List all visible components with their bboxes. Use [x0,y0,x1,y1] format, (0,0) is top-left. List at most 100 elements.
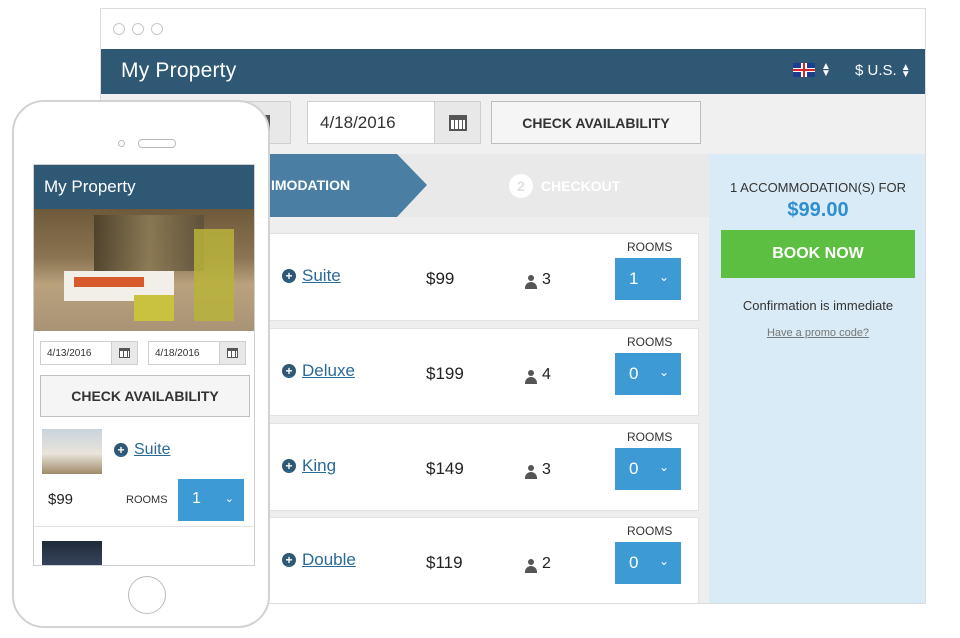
room-name-link[interactable]: + Deluxe [282,361,355,381]
rooms-label: ROOMS [627,430,673,444]
mobile-check-availability-button[interactable]: CHECK AVAILABILITY [40,375,250,417]
uk-flag-icon [793,63,815,77]
room-quantity-value: 0 [629,364,639,383]
mobile-checkout-calendar-button[interactable] [219,342,245,364]
checkout-date-value: 4/18/2016 [320,113,396,132]
browser-chrome [101,9,925,49]
currency-selector[interactable]: $ U.S. ▲ ▼ [855,61,911,80]
person-icon [524,559,538,573]
book-now-button[interactable]: BOOK NOW [721,230,915,278]
rooms-label: ROOMS [627,524,673,538]
chevron-down-icon: ⌄ [224,493,234,505]
desktop-header: My Property ▲ ▼ $ U.S. ▲ ▼ [101,49,925,94]
sort-arrows-icon: ▲ ▼ [900,61,911,80]
mobile-room-item: + Suite $99 ROOMS 1 ⌄ [34,417,254,527]
room-row: + Double $119 2 ROOMS 0 ⌄ [261,517,699,603]
calendar-icon [119,348,130,358]
step-accommodation-label: IMODATION [271,177,351,193]
page-title: My Property [121,59,237,82]
mobile-screen: My Property 4/13/2016 4/18/2016 CHECK AV… [33,164,255,566]
expand-plus-icon[interactable]: + [114,443,128,457]
mobile-header: My Property [34,165,254,209]
room-price: $199 [426,364,464,383]
room-price: $99 [426,269,455,288]
room-guests: 3 [524,271,551,289]
currency-label: $ U.S. [855,62,897,79]
room-quantity-select[interactable]: 0 ⌄ [615,353,681,395]
mobile-room-item [34,527,254,565]
room-name: King [302,456,337,475]
guest-count: 3 [542,271,551,288]
mobile-room-price: $99 [48,491,74,508]
mobile-date-bar: 4/13/2016 4/18/2016 [34,331,254,375]
chevron-down-icon: ⌄ [658,460,669,474]
check-availability-button[interactable]: CHECK AVAILABILITY [491,101,701,144]
room-price: $149 [426,459,464,478]
guest-count: 2 [542,555,551,572]
room-quantity-select[interactable]: 0 ⌄ [615,542,681,584]
step-checkout-label: CHECKOUT [541,178,621,194]
room-name-link[interactable]: + King [282,456,336,476]
mobile-checkin-calendar-button[interactable] [111,342,137,364]
chevron-down-icon: ⌄ [658,554,669,568]
mobile-page-title: My Property [44,177,136,196]
room-name: Suite [302,266,341,285]
expand-plus-icon[interactable]: + [282,553,296,567]
expand-plus-icon[interactable]: + [282,364,296,378]
step-checkout-number: 2 [509,174,533,198]
mobile-room-quantity-value: 1 [192,490,201,507]
room-thumbnail[interactable] [42,429,102,474]
person-icon [524,370,538,384]
room-quantity-value: 0 [629,459,639,478]
language-selector[interactable]: ▲ ▼ [793,61,831,79]
room-row: + Deluxe $199 4 ROOMS 0 ⌄ [261,328,699,416]
chevron-down-icon: ⌄ [658,365,669,379]
room-price: $119 [426,553,463,572]
summary-total-price: $99.00 [787,199,849,221]
person-icon [524,465,538,479]
expand-plus-icon[interactable]: + [282,269,296,283]
booking-summary: 1 ACCOMMODATION(S) FOR $99.00 BOOK NOW C… [709,154,925,603]
room-quantity-select[interactable]: 1 ⌄ [615,258,681,300]
mobile-room-quantity-select[interactable]: 1 ⌄ [178,479,244,521]
mobile-checkout-date-field[interactable]: 4/18/2016 [148,341,246,365]
checkout-calendar-button[interactable] [434,102,480,143]
sort-arrows-icon: ▲ ▼ [821,61,831,79]
mobile-checkin-date-field[interactable]: 4/13/2016 [40,341,138,365]
window-maximize-dot[interactable] [151,23,163,35]
window-close-dot[interactable] [113,23,125,35]
room-name-link[interactable]: + Suite [282,266,341,286]
room-name: Double [302,550,356,569]
room-row: + Suite $99 3 ROOMS 1 ⌄ [261,233,699,321]
room-guests: 2 [524,555,551,573]
expand-plus-icon[interactable]: + [282,459,296,473]
mobile-room-name-link[interactable]: + Suite [114,441,170,459]
rooms-label: ROOMS [627,335,673,349]
room-quantity-value: 0 [629,553,639,572]
hotel-room-photo [34,209,254,331]
mobile-room-name: Suite [134,441,171,458]
phone-camera-icon [118,140,125,147]
summary-accommodations-count: 1 ACCOMMODATION(S) FOR [730,180,906,195]
phone-home-button[interactable] [128,576,166,614]
confirmation-note: Confirmation is immediate [742,298,894,313]
phone-speaker-icon [138,139,176,148]
calendar-icon [448,114,467,131]
checkout-date-field[interactable]: 4/18/2016 [307,101,481,144]
mobile-phone-frame: My Property 4/13/2016 4/18/2016 CHECK AV… [12,100,270,628]
chevron-down-icon: ⌄ [658,270,669,284]
person-icon [524,275,538,289]
calendar-icon [227,348,238,358]
room-quantity-select[interactable]: 0 ⌄ [615,448,681,490]
room-quantity-value: 1 [629,269,639,288]
mobile-rooms-label: ROOMS [126,494,168,506]
room-guests: 3 [524,461,551,479]
window-minimize-dot[interactable] [132,23,144,35]
promo-code-link[interactable]: Have a promo code? [709,327,925,339]
room-name-link[interactable]: + Double [282,550,356,570]
room-guests: 4 [524,366,551,384]
step-checkout[interactable]: 2 CHECKOUT [509,174,620,198]
room-thumbnail[interactable] [42,541,102,565]
mobile-checkout-value: 4/18/2016 [155,348,200,359]
room-row: + King $149 3 ROOMS 0 ⌄ [261,423,699,511]
